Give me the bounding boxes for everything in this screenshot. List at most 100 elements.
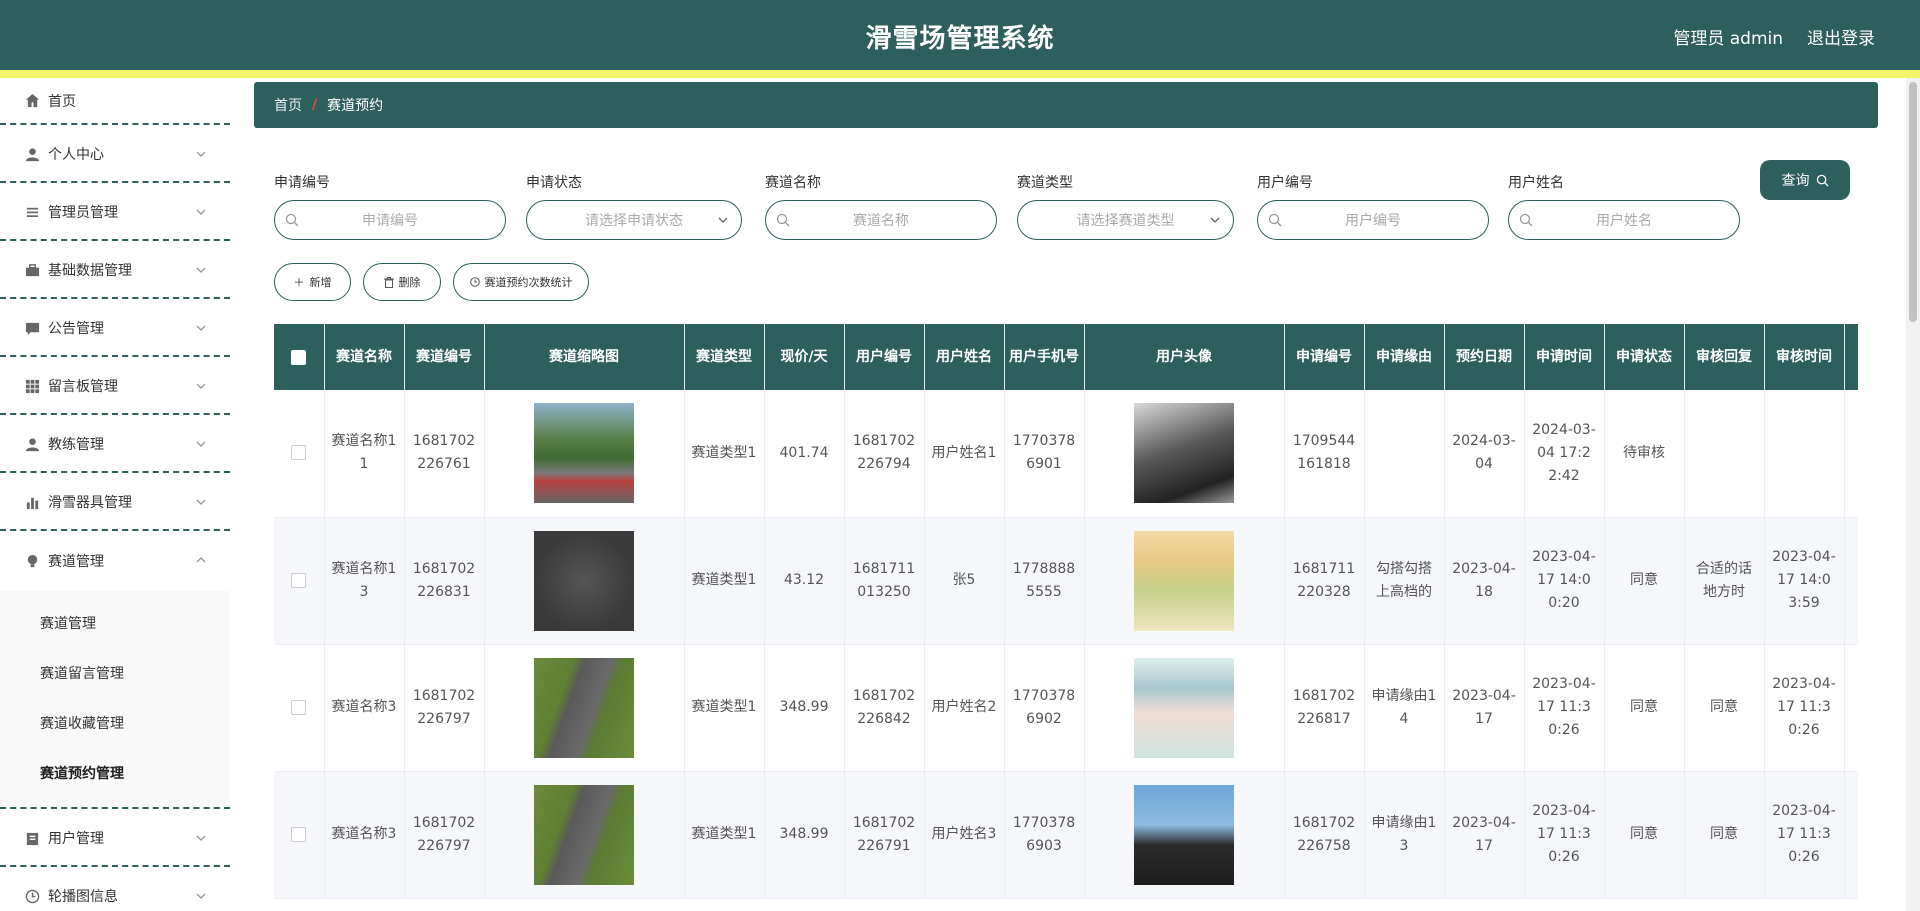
column-header[interactable]: 申请时间: [1524, 324, 1605, 390]
cell-track-type: 赛道类型1: [684, 644, 765, 772]
cell-track-type: 赛道类型1: [684, 517, 765, 645]
cell-date: 2023-04-17: [1444, 644, 1525, 772]
column-header[interactable]: 用户姓名: [924, 324, 1005, 390]
add-button[interactable]: ＋ 新增: [274, 263, 351, 301]
table-row[interactable]: 赛道名称3 1681702226797 赛道类型1 348.99 1681702…: [274, 771, 1858, 899]
column-header[interactable]: 审核时间: [1764, 324, 1845, 390]
table-row[interactable]: 赛道名称11 1681702226761 赛道类型1 401.74 168170…: [274, 390, 1858, 518]
user-avatar[interactable]: [1134, 403, 1234, 504]
submenu-track-favorites[interactable]: 赛道收藏管理: [0, 699, 230, 749]
row-checkbox[interactable]: [291, 445, 307, 461]
filter-label-apply-no: 申请编号: [274, 175, 330, 191]
user-icon: [24, 436, 40, 452]
sidebar-item-announcements[interactable]: 公告管理: [0, 301, 230, 357]
track-thumbnail[interactable]: [534, 530, 634, 631]
track-thumbnail[interactable]: [534, 657, 634, 758]
search-icon: [776, 213, 790, 227]
column-header[interactable]: 用户手机号: [1004, 324, 1085, 390]
cell-price: 348.99: [764, 771, 845, 899]
cell-track-no: 1681702226797: [404, 771, 485, 899]
cell-user-no: 1681702226794: [844, 390, 925, 518]
search-icon: [1519, 213, 1533, 227]
sidebar-item-carousel[interactable]: 轮播图信息: [0, 869, 230, 911]
reservation-stats-button[interactable]: 赛道预约次数统计: [453, 263, 589, 301]
sidebar-item-basic-data[interactable]: 基础数据管理: [0, 243, 230, 299]
column-header[interactable]: 申请编号: [1284, 324, 1365, 390]
admin-user-label[interactable]: 管理员 admin: [1673, 24, 1783, 49]
column-header[interactable]: 预约日期: [1444, 324, 1525, 390]
column-header[interactable]: 审核回复: [1684, 324, 1765, 390]
cell-user-name: 张5: [924, 517, 1005, 645]
cell-date: 2023-04-17: [1444, 771, 1525, 899]
column-header[interactable]: 现价/天: [764, 324, 845, 390]
column-header[interactable]: 申请缘由: [1364, 324, 1445, 390]
page-scrollbar[interactable]: [1906, 78, 1920, 911]
user-avatar[interactable]: [1134, 530, 1234, 631]
row-checkbox[interactable]: [291, 572, 307, 588]
submenu-track-comments[interactable]: 赛道留言管理: [0, 649, 230, 699]
cell-track-no: 1681702226831: [404, 517, 485, 645]
track-type-select[interactable]: 请选择赛道类型: [1017, 200, 1234, 240]
table-header-row: 赛道名称 赛道编号 赛道缩略图 赛道类型 现价/天 用户编号 用户姓名 用户手机…: [274, 324, 1858, 390]
table-row[interactable]: 赛道名称13 1681702226831 赛道类型1 43.12 1681711…: [274, 517, 1858, 645]
sidebar-item-coach[interactable]: 教练管理: [0, 417, 230, 473]
cell-review-time: 2023-04-17 11:30:26: [1764, 644, 1845, 772]
cell-reply: 合适的话地方时: [1684, 517, 1765, 645]
track-thumbnail[interactable]: [534, 784, 634, 885]
track-thumbnail[interactable]: [534, 403, 634, 504]
plus-icon: ＋: [293, 276, 305, 289]
cell-track-name: 赛道名称11: [324, 390, 405, 518]
table-row[interactable]: 赛道名称3 1681702226797 赛道类型1 348.99 1681702…: [274, 644, 1858, 772]
sidebar-item-users[interactable]: 用户管理: [0, 811, 230, 867]
sidebar-item-home[interactable]: 首页: [0, 78, 230, 125]
sidebar-item-admin-management[interactable]: 管理员管理: [0, 185, 230, 241]
row-checkbox[interactable]: [291, 699, 307, 715]
submenu-track-reservations[interactable]: 赛道预约管理: [0, 749, 230, 799]
logout-button[interactable]: 退出登录: [1807, 24, 1875, 49]
scrollbar-thumb[interactable]: [1909, 82, 1917, 322]
user-avatar[interactable]: [1134, 784, 1234, 885]
cell-user-name: 用户姓名2: [924, 644, 1005, 772]
breadcrumb-home[interactable]: 首页: [274, 95, 302, 115]
user-icon: [24, 146, 40, 162]
apply-no-input[interactable]: 申请编号: [274, 200, 506, 240]
sidebar-item-equipment[interactable]: 滑雪器具管理: [0, 475, 230, 531]
chevron-down-icon: [718, 217, 728, 223]
column-header[interactable]: 赛道名称: [324, 324, 405, 390]
cell-track-no: 1681702226761: [404, 390, 485, 518]
cell-apply-no: 1681702226817: [1284, 644, 1365, 772]
sidebar-item-track-management[interactable]: 赛道管理: [0, 533, 230, 589]
cell-status: 待审核: [1604, 390, 1685, 518]
select-all-checkbox[interactable]: [291, 349, 307, 365]
grid-icon: [24, 378, 40, 394]
column-header[interactable]: 赛道缩略图: [484, 324, 685, 390]
chevron-down-icon: [196, 499, 206, 505]
cell-track-name: 赛道名称3: [324, 644, 405, 772]
track-submenu: 赛道管理 赛道留言管理 赛道收藏管理 赛道预约管理: [0, 591, 230, 809]
cell-reason: 申请缘由13: [1364, 771, 1445, 899]
submenu-track-management[interactable]: 赛道管理: [0, 599, 230, 649]
apply-status-select[interactable]: 请选择申请状态: [526, 200, 742, 240]
sidebar-item-message-board[interactable]: 留言板管理: [0, 359, 230, 415]
column-header[interactable]: 赛道编号: [404, 324, 485, 390]
column-header[interactable]: 用户编号: [844, 324, 925, 390]
track-name-input[interactable]: 赛道名称: [765, 200, 997, 240]
clock-icon: [24, 888, 40, 904]
list-icon: [24, 204, 40, 220]
column-header[interactable]: 申请状态: [1604, 324, 1685, 390]
query-button[interactable]: 查询: [1760, 160, 1850, 200]
column-header[interactable]: 赛道类型: [684, 324, 765, 390]
cell-track-name: 赛道名称13: [324, 517, 405, 645]
column-header[interactable]: 用户头像: [1084, 324, 1285, 390]
reservation-table: 赛道名称 赛道编号 赛道缩略图 赛道类型 现价/天 用户编号 用户姓名 用户手机…: [274, 324, 1858, 911]
delete-button[interactable]: 删除: [363, 263, 441, 301]
cell-apply-time: 2023-04-17 11:30:26: [1524, 771, 1605, 899]
user-no-input[interactable]: 用户编号: [1257, 200, 1489, 240]
sidebar-item-profile[interactable]: 个人中心: [0, 127, 230, 183]
user-avatar[interactable]: [1134, 657, 1234, 758]
bulb-icon: [24, 553, 40, 569]
user-name-input[interactable]: 用户姓名: [1508, 200, 1740, 240]
search-icon: [285, 213, 299, 227]
cell-status: 同意: [1604, 517, 1685, 645]
row-checkbox[interactable]: [291, 826, 307, 842]
